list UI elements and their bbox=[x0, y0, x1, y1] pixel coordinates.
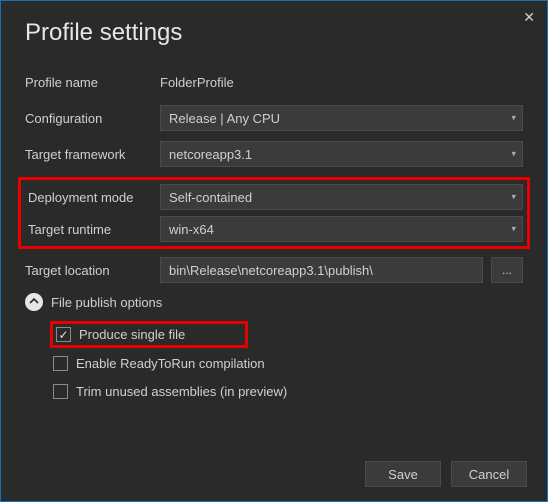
collapse-icon bbox=[25, 293, 43, 311]
browse-button[interactable]: ... bbox=[491, 257, 523, 283]
configuration-value: Release | Any CPU bbox=[169, 111, 280, 126]
deployment-mode-select[interactable]: Self-contained ▾ bbox=[160, 184, 523, 210]
ready-to-run-checkbox[interactable] bbox=[53, 356, 68, 371]
target-location-value: bin\Release\netcoreapp3.1\publish\ bbox=[169, 263, 373, 278]
produce-single-file-checkbox[interactable] bbox=[56, 327, 71, 342]
trim-assemblies-checkbox[interactable] bbox=[53, 384, 68, 399]
save-button[interactable]: Save bbox=[365, 461, 441, 487]
profile-name-label: Profile name bbox=[25, 75, 160, 90]
target-framework-value: netcoreapp3.1 bbox=[169, 147, 252, 162]
cancel-button[interactable]: Cancel bbox=[451, 461, 527, 487]
close-icon[interactable]: ✕ bbox=[523, 9, 535, 26]
expander-label: File publish options bbox=[51, 295, 162, 310]
deployment-mode-label: Deployment mode bbox=[25, 190, 160, 205]
produce-single-file-label: Produce single file bbox=[79, 327, 185, 342]
ready-to-run-label: Enable ReadyToRun compilation bbox=[76, 356, 265, 371]
chevron-down-icon: ▾ bbox=[511, 113, 516, 124]
highlight-single-file: Produce single file bbox=[50, 321, 248, 348]
chevron-down-icon: ▾ bbox=[511, 224, 516, 235]
target-runtime-value: win-x64 bbox=[169, 222, 214, 237]
deployment-mode-value: Self-contained bbox=[169, 190, 252, 205]
target-location-input[interactable]: bin\Release\netcoreapp3.1\publish\ bbox=[160, 257, 483, 283]
trim-assemblies-label: Trim unused assemblies (in preview) bbox=[76, 384, 287, 399]
chevron-down-icon: ▾ bbox=[511, 192, 516, 203]
target-runtime-label: Target runtime bbox=[25, 222, 160, 237]
highlight-deployment-runtime: Deployment mode Self-contained ▾ Target … bbox=[18, 177, 530, 249]
page-title: Profile settings bbox=[25, 19, 523, 47]
target-location-label: Target location bbox=[25, 263, 160, 278]
target-framework-select[interactable]: netcoreapp3.1 ▾ bbox=[160, 141, 523, 167]
profile-name-value: FolderProfile bbox=[160, 75, 234, 90]
target-framework-label: Target framework bbox=[25, 147, 160, 162]
chevron-down-icon: ▾ bbox=[511, 149, 516, 160]
configuration-select[interactable]: Release | Any CPU ▾ bbox=[160, 105, 523, 131]
file-publish-options-expander[interactable]: File publish options bbox=[25, 293, 523, 311]
target-runtime-select[interactable]: win-x64 ▾ bbox=[160, 216, 523, 242]
configuration-label: Configuration bbox=[25, 111, 160, 126]
